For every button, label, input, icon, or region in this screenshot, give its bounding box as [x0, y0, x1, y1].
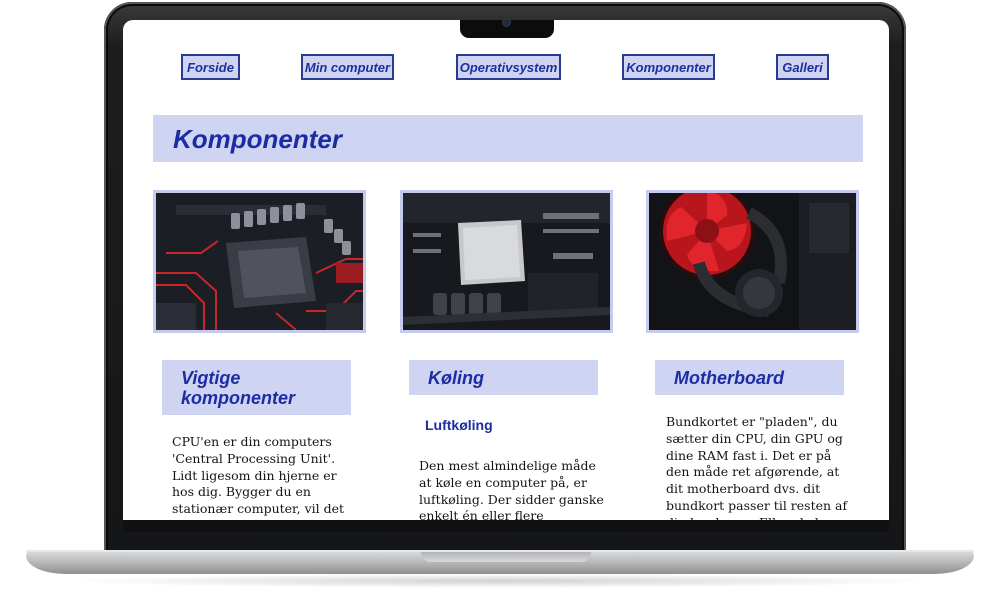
heading-koling: Køling: [409, 360, 598, 395]
text-koling: Den mest almindelige måde at køle en com…: [419, 458, 604, 520]
heading-vigtige-komponenter: Vigtige komponenter: [162, 360, 351, 415]
text-vigtige-komponenter: CPU'en er din computers 'Central Process…: [172, 434, 345, 520]
nav-min-computer-button[interactable]: Min computer: [301, 54, 394, 80]
heading-motherboard: Motherboard: [655, 360, 844, 395]
subheading-luftkoling: Luftkøling: [425, 417, 493, 433]
cooling-fan-image: [646, 190, 859, 333]
page-title: Komponenter: [173, 124, 342, 154]
cpu-image: [400, 190, 613, 333]
webcam-icon: [503, 19, 510, 26]
nav-galleri-button[interactable]: Galleri: [776, 54, 829, 80]
nav-komponenter-button[interactable]: Komponenter: [622, 54, 715, 80]
nav-operativsystem-button[interactable]: Operativsystem: [456, 54, 561, 80]
motherboard-socket-image: [153, 190, 366, 333]
text-motherboard: Bundkortet er "pladen", du sætter din CP…: [666, 414, 850, 520]
screen-bezel-bottom: [123, 520, 889, 532]
page-title-bar: Komponenter: [153, 115, 863, 162]
laptop-screen: Forside Min computer Operativsystem Komp…: [123, 20, 889, 520]
nav-forside-button[interactable]: Forside: [181, 54, 240, 80]
laptop-shadow: [60, 574, 940, 588]
laptop-opening-groove: [421, 552, 591, 562]
